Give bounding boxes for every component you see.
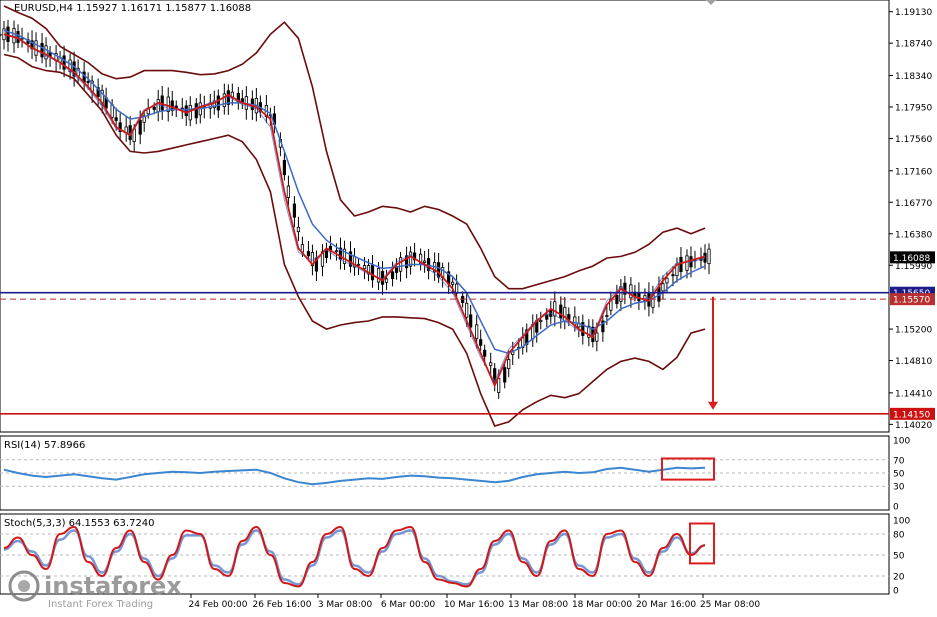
candle-body xyxy=(282,159,287,176)
level-price-label: 1.14150 xyxy=(893,410,930,420)
candle-body xyxy=(685,255,689,271)
candle-body xyxy=(390,271,395,279)
price-tick-label: 1.19130 xyxy=(895,8,932,18)
candle-body xyxy=(292,203,297,218)
price-tick-label: 1.17160 xyxy=(895,167,932,177)
rsi-tick-label: 30 xyxy=(893,483,905,493)
candle-body xyxy=(465,302,469,318)
current-price-label: 1.16088 xyxy=(893,254,930,264)
candle-body xyxy=(356,263,361,266)
candle-body xyxy=(394,266,399,273)
time-tick-label: 3 Mar 08:00 xyxy=(318,600,373,610)
candle-body xyxy=(451,281,455,285)
candle-body xyxy=(707,248,711,265)
candle-body xyxy=(86,81,90,83)
candle-body xyxy=(497,378,501,393)
price-tick-label: 1.14810 xyxy=(895,357,932,367)
candle-body xyxy=(637,292,641,302)
stoch-title: Stoch(5,3,3) 64.1553 63.7240 xyxy=(4,518,155,529)
candle-body xyxy=(422,260,427,263)
rsi-tick-label: 100 xyxy=(893,437,910,447)
chart-stage: EURUSD,H4 1.15927 1.16171 1.15877 1.1608… xyxy=(0,0,937,613)
candle-body xyxy=(503,367,507,383)
price-tick-label: 1.18340 xyxy=(895,72,932,82)
time-tick-label: 18 Mar 00:00 xyxy=(572,600,632,610)
candle-body xyxy=(553,301,557,317)
price-tick-label: 1.16770 xyxy=(895,199,932,209)
candle-body xyxy=(334,250,339,253)
candle-body xyxy=(194,103,198,119)
candle-body xyxy=(114,117,118,121)
time-tick-label: 13 Mar 08:00 xyxy=(508,600,568,610)
candle-body xyxy=(595,332,599,342)
candle-body xyxy=(286,185,291,198)
candle-body xyxy=(489,362,493,366)
price-tick-label: 1.17560 xyxy=(895,135,932,145)
stoch-tick-label: 100 xyxy=(893,517,910,527)
candle-body xyxy=(384,278,389,283)
candle-body xyxy=(40,43,44,58)
price-tick-label: 1.14020 xyxy=(895,421,932,431)
price-chart-title: EURUSD,H4 1.15927 1.16171 1.15877 1.1608… xyxy=(14,3,251,14)
candle-body xyxy=(479,339,483,346)
candle-body xyxy=(188,104,192,121)
candle-body xyxy=(507,359,511,369)
candle-body xyxy=(152,106,156,110)
candle-body xyxy=(296,226,301,233)
candle-body xyxy=(138,119,142,135)
candle-body xyxy=(665,277,669,284)
rsi-tick-label: 50 xyxy=(893,470,905,480)
candle-body xyxy=(216,95,220,111)
time-tick-label: 20 Mar 16:00 xyxy=(636,600,696,610)
rsi-title: RSI(14) 57.8966 xyxy=(4,440,85,451)
candle-body xyxy=(469,314,473,328)
rsi-tick-label: 0 xyxy=(893,503,899,513)
candle-body xyxy=(437,262,441,278)
price-tick-label: 1.15200 xyxy=(895,326,932,336)
logo-core-icon xyxy=(18,580,30,592)
candle-body xyxy=(475,324,479,340)
trading-chart: EURUSD,H4 1.15927 1.16171 1.15877 1.1608… xyxy=(0,0,935,610)
instaforex-logo: instaforex Instant Forex Trading xyxy=(8,570,182,610)
time-tick-label: 24 Feb 00:00 xyxy=(188,600,247,610)
price-panel-frame xyxy=(0,0,890,433)
time-tick-label: 26 Feb 16:00 xyxy=(252,600,311,610)
candle-body xyxy=(563,307,567,322)
stoch-tick-label: 20 xyxy=(893,573,905,583)
time-tick-label: 6 Mar 00:00 xyxy=(381,600,436,610)
candle-body xyxy=(240,98,244,103)
rsi-tick-label: 70 xyxy=(893,456,905,466)
stoch-tick-label: 0 xyxy=(893,587,899,597)
price-tick-label: 1.16380 xyxy=(895,230,932,240)
candle-body xyxy=(370,264,375,281)
price-tick-label: 1.17950 xyxy=(895,103,932,113)
watermark-brand: instaforex xyxy=(44,572,182,600)
watermark-tagline: Instant Forex Trading xyxy=(48,599,153,610)
candle-body xyxy=(306,251,311,257)
candle-body xyxy=(376,267,381,283)
candle-body xyxy=(661,283,665,292)
time-tick-label: 10 Mar 16:00 xyxy=(444,600,504,610)
price-tick-label: 1.18740 xyxy=(895,40,932,50)
candle-body xyxy=(539,319,543,322)
stoch-tick-label: 50 xyxy=(893,552,905,562)
candle-body xyxy=(156,99,160,113)
level-price-label: 1.15570 xyxy=(893,296,930,306)
candle-body xyxy=(605,315,609,317)
candle-body xyxy=(671,274,675,277)
stoch-tick-label: 80 xyxy=(893,531,905,541)
candle-body xyxy=(0,33,2,36)
candle-body xyxy=(362,265,367,270)
time-tick-label: 25 Mar 08:00 xyxy=(700,600,760,610)
candle-body xyxy=(483,349,487,357)
candle-body xyxy=(34,40,38,56)
candle-body xyxy=(615,294,619,304)
price-tick-label: 1.14410 xyxy=(895,389,932,399)
